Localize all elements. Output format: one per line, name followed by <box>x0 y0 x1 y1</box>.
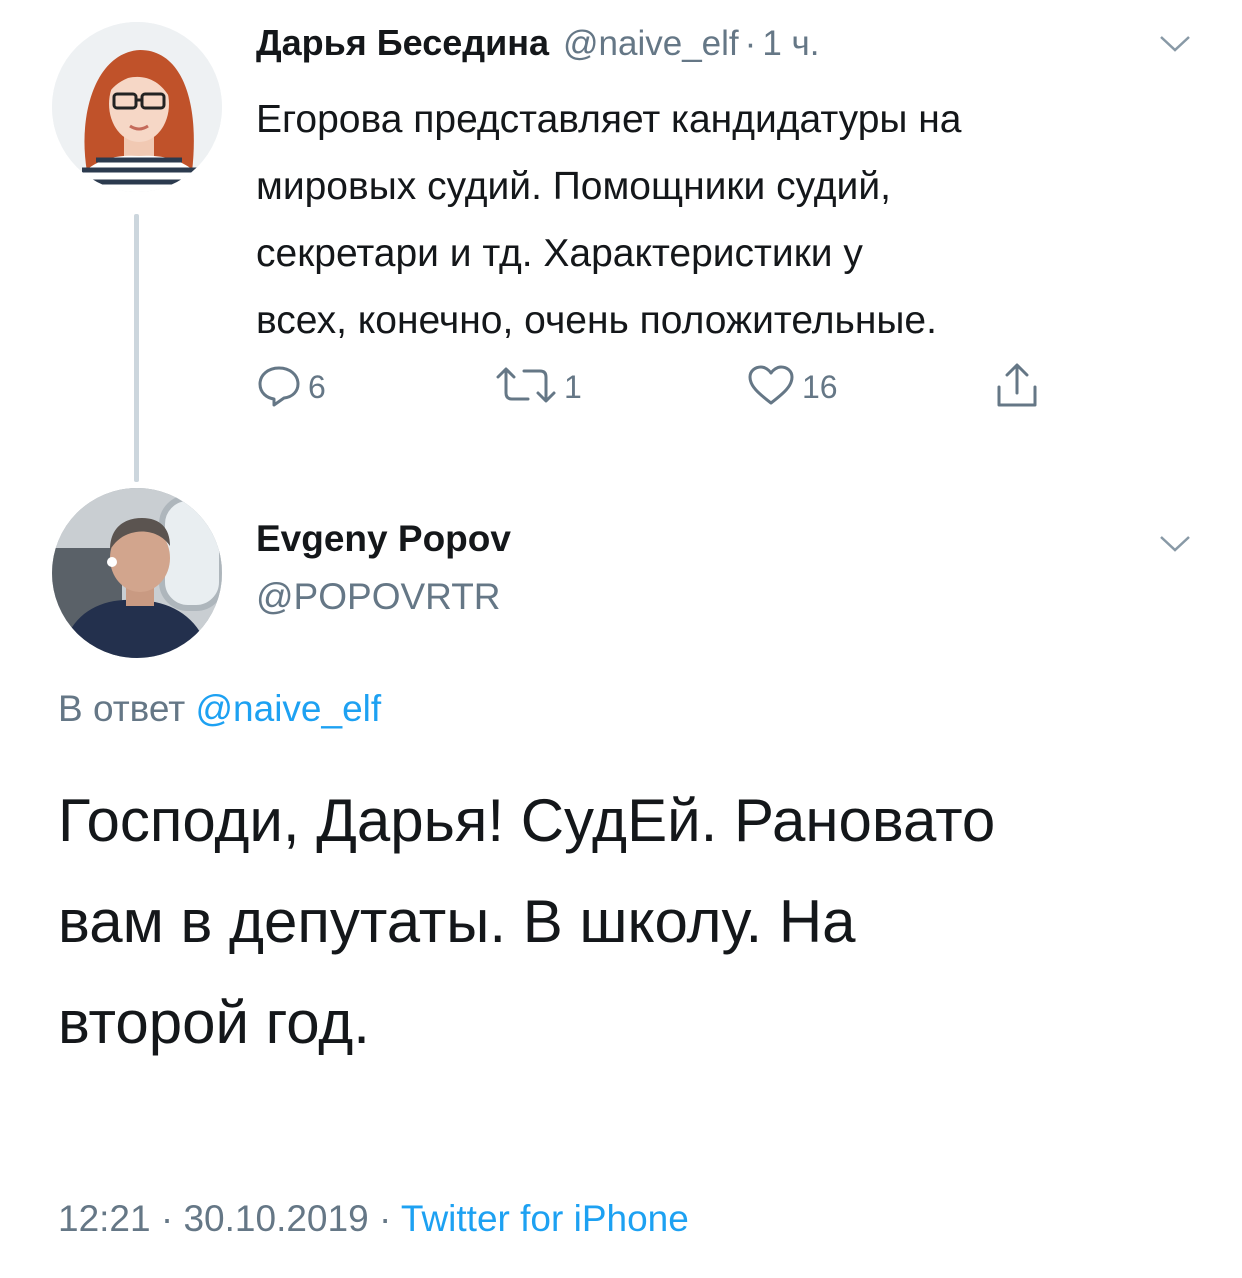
tweet2-handle[interactable]: @POPOVRTR <box>256 576 501 618</box>
meta-separator: · <box>378 1198 392 1239</box>
tweet1-header: Дарья Беседина @naive_elf · 1 ч. <box>256 22 819 76</box>
tweet2-time: 12:21 <box>58 1198 151 1239</box>
reply-icon <box>256 363 302 412</box>
tweet2-text-line: второй год. <box>58 989 370 1056</box>
reply-button[interactable]: 6 <box>256 362 326 412</box>
tweet1-text-line: Егорова представляет кандидатуры на <box>256 98 962 141</box>
reply-mention-link[interactable]: @naive_elf <box>196 688 382 729</box>
chevron-down-icon[interactable] <box>1158 534 1192 554</box>
tweet1-timestamp[interactable]: 1 ч. <box>762 24 819 64</box>
avatar-darya[interactable] <box>52 22 222 192</box>
tweet1-handle[interactable]: @naive_elf <box>563 24 739 64</box>
like-count: 16 <box>802 368 838 405</box>
tweet1-text-line: всех, конечно, очень положительные. <box>256 299 937 342</box>
like-button[interactable]: 16 <box>746 362 838 412</box>
reply-prefix: В ответ <box>58 688 186 729</box>
tweet2-author-name[interactable]: Evgeny Popov <box>256 518 511 560</box>
share-icon <box>993 361 1041 414</box>
chevron-down-icon[interactable] <box>1158 34 1192 54</box>
thread-connector-line <box>134 214 139 482</box>
tweet1-text-line: секретари и тд. Характеристики у <box>256 232 863 275</box>
avatar-evgeny[interactable] <box>52 488 222 658</box>
tweet1-text: Егорова представляет кандидатуры на миро… <box>256 86 1216 354</box>
tweet2-source-link[interactable]: Twitter for iPhone <box>401 1198 689 1239</box>
reply-count: 6 <box>308 368 326 405</box>
retweet-count: 1 <box>564 368 582 405</box>
tweet2-text-line: Господи, Дарья! СудЕй. Рановато <box>58 787 996 854</box>
reply-context: В ответ @naive_elf <box>58 688 381 730</box>
tweet2-date: 30.10.2019 <box>183 1198 369 1239</box>
meta-separator: · <box>160 1198 174 1239</box>
tweet1-author-name[interactable]: Дарья Беседина <box>256 22 549 64</box>
tweet2-metadata: 12:21 · 30.10.2019 · Twitter for iPhone <box>58 1198 689 1240</box>
retweet-icon <box>494 365 558 410</box>
heart-icon <box>746 363 796 412</box>
tweet1-text-line: мировых судий. Помощники судий, <box>256 165 891 208</box>
retweet-button[interactable]: 1 <box>494 362 582 412</box>
tweet2-text-line: вам в депутаты. В школу. На <box>58 888 856 955</box>
tweet2-text: Господи, Дарья! СудЕй. Рановато вам в де… <box>58 770 1198 1073</box>
tweet1-separator: · <box>744 24 757 63</box>
share-button[interactable] <box>993 362 1041 412</box>
